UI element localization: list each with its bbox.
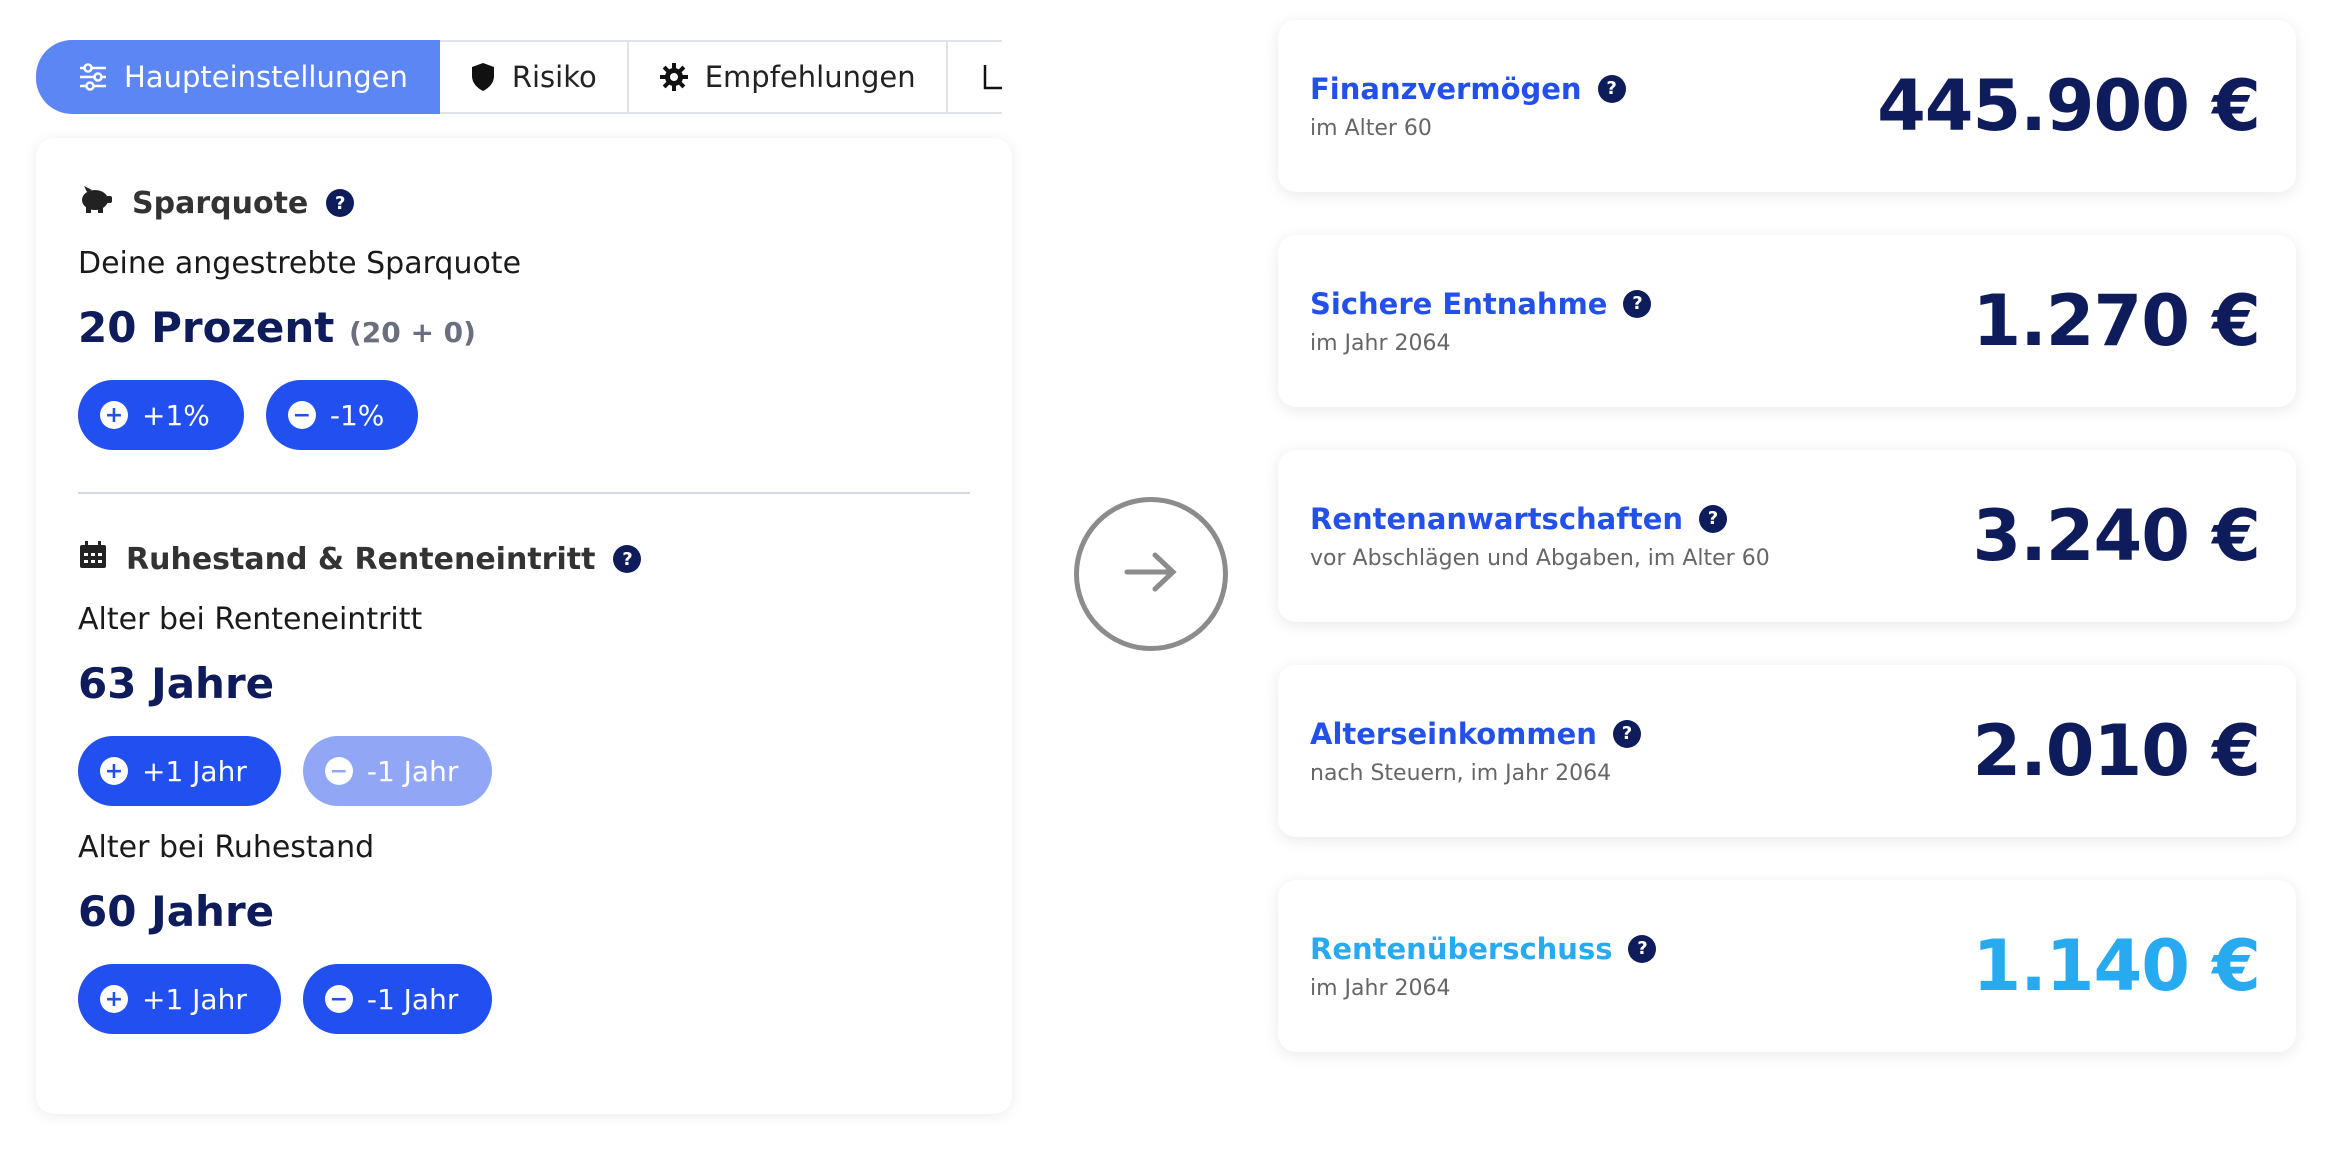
piggy-bank-icon [78, 184, 114, 222]
results-column: Finanzvermögen ? im Alter 60 445.900 € S… [1278, 20, 2296, 1095]
card-subtitle: nach Steuern, im Jahr 2064 [1310, 760, 1612, 786]
plus-circle-icon: + [100, 985, 128, 1013]
sparquote-value-row: 20 Prozent (20 + 0) [78, 303, 970, 352]
card-text: Rentenanwartschaften ? vor Abschlägen un… [1310, 502, 1770, 571]
sparquote-label: Deine angestrebte Sparquote [78, 246, 522, 281]
help-icon[interactable]: ? [613, 545, 642, 573]
card-text: Finanzvermögen ? im Alter 60 [1310, 72, 1626, 141]
minus-circle-icon: − [324, 757, 353, 785]
tab-label: Empfehlungen [704, 60, 916, 94]
ruhe-value: 60 Jahre [78, 887, 275, 936]
section-divider [78, 492, 970, 494]
result-card-rentenueberschuss: Rentenüberschuss ? im Jahr 2064 1.140 € [1278, 880, 2296, 1052]
tab-bar: Haupteinstellungen Risiko Empfehlungen [36, 40, 1012, 114]
button-label: -1 Jahr [366, 754, 459, 788]
rente-label: Alter bei Renteneintritt [78, 602, 423, 637]
result-card-sichere-entnahme: Sichere Entnahme ? im Jahr 2064 1.270 € [1278, 235, 2296, 407]
card-title-row: Sichere Entnahme ? [1310, 286, 1652, 321]
button-label: -1% [329, 398, 385, 432]
sliders-icon [78, 63, 108, 91]
sparquote-plus-button[interactable]: + +1% [78, 380, 244, 450]
ruhestand-heading: Ruhestand & Renteneintritt ? [78, 540, 970, 578]
help-icon[interactable]: ? [1628, 934, 1657, 963]
result-card-finanzvermoegen: Finanzvermögen ? im Alter 60 445.900 € [1278, 20, 2296, 192]
section-title: Sparquote [132, 185, 309, 221]
card-title: Rentenanwartschaften [1310, 501, 1684, 536]
rente-minus-button[interactable]: − -1 Jahr [302, 736, 493, 806]
section-title: Ruhestand & Renteneintritt [126, 541, 596, 577]
card-value: 2.010 € [1972, 710, 2261, 792]
card-title-row: Rentenanwartschaften ? [1310, 502, 1770, 536]
help-icon[interactable]: ? [1612, 719, 1641, 748]
card-subtitle: im Alter 60 [1310, 115, 1432, 141]
card-title-row: Rentenüberschuss ? [1310, 931, 1657, 966]
sparquote-heading: Sparquote ? [78, 184, 970, 222]
card-text: Sichere Entnahme ? im Jahr 2064 [1310, 286, 1652, 356]
minus-circle-icon: − [287, 401, 316, 429]
help-icon[interactable]: ? [1623, 289, 1652, 318]
rente-plus-button[interactable]: + +1 Jahr [78, 736, 281, 806]
settings-column: Haupteinstellungen Risiko Empfehlungen S… [36, 40, 1012, 1114]
card-subtitle: vor Abschlägen und Abgaben, im Alter 60 [1310, 545, 1770, 571]
card-value: 1.270 € [1972, 280, 2261, 362]
ruhe-buttons: + +1 Jahr − -1 Jahr [78, 964, 970, 1034]
sparquote-buttons: + +1% − -1% [78, 380, 970, 450]
chart-icon [982, 62, 1002, 92]
sparquote-detail: (20 + 0) [348, 316, 476, 349]
gear-icon [659, 62, 689, 92]
button-label: -1 Jahr [366, 982, 459, 1016]
tab-empfehlungen[interactable]: Empfehlungen [628, 40, 948, 114]
shield-icon [470, 62, 496, 92]
help-icon[interactable]: ? [326, 189, 355, 217]
card-title-row: Finanzvermögen ? [1310, 72, 1626, 106]
sparquote-minus-button[interactable]: − -1% [265, 380, 419, 450]
sparquote-value: 20 Prozent [78, 303, 335, 352]
minus-circle-icon: − [324, 985, 353, 1013]
card-title: Alterseinkommen [1310, 716, 1597, 751]
card-value: 445.900 € [1877, 65, 2261, 147]
result-card-rentenanwartschaften: Rentenanwartschaften ? vor Abschlägen un… [1278, 450, 2296, 622]
tab-label: Risiko [511, 60, 597, 94]
plus-circle-icon: + [100, 401, 128, 429]
arrow-right-icon [1123, 550, 1179, 598]
tab-more[interactable] [947, 40, 1002, 114]
ruhe-label: Alter bei Ruhestand [78, 830, 375, 865]
button-label: +1 Jahr [142, 754, 247, 788]
help-icon[interactable]: ? [1597, 74, 1626, 103]
arrow-right-button[interactable] [1074, 497, 1228, 651]
card-title: Sichere Entnahme [1310, 286, 1608, 321]
rente-value: 63 Jahre [78, 659, 275, 708]
tab-label: Haupteinstellungen [124, 60, 408, 94]
card-title: Rentenüberschuss [1310, 931, 1613, 966]
ruhe-plus-button[interactable]: + +1 Jahr [78, 964, 281, 1034]
card-title: Finanzvermögen [1310, 71, 1582, 106]
rente-buttons: + +1 Jahr − -1 Jahr [78, 736, 970, 806]
result-card-alterseinkommen: Alterseinkommen ? nach Steuern, im Jahr … [1278, 665, 2296, 837]
card-subtitle: im Jahr 2064 [1310, 975, 1451, 1001]
tab-risiko[interactable]: Risiko [439, 40, 629, 114]
button-label: +1 Jahr [142, 982, 247, 1016]
tab-haupteinstellungen[interactable]: Haupteinstellungen [36, 40, 440, 114]
plus-circle-icon: + [100, 757, 128, 785]
button-label: +1% [142, 398, 210, 432]
calendar-icon [78, 540, 108, 578]
card-subtitle: im Jahr 2064 [1310, 330, 1451, 356]
card-title-row: Alterseinkommen ? [1310, 717, 1641, 751]
card-text: Alterseinkommen ? nach Steuern, im Jahr … [1310, 717, 1641, 786]
ruhe-minus-button[interactable]: − -1 Jahr [302, 964, 493, 1034]
card-value: 1.140 € [1972, 925, 2261, 1007]
settings-panel: Sparquote ? Deine angestrebte Sparquote … [36, 138, 1012, 1114]
help-icon[interactable]: ? [1699, 504, 1728, 533]
card-value: 3.240 € [1972, 495, 2261, 577]
card-text: Rentenüberschuss ? im Jahr 2064 [1310, 931, 1657, 1001]
